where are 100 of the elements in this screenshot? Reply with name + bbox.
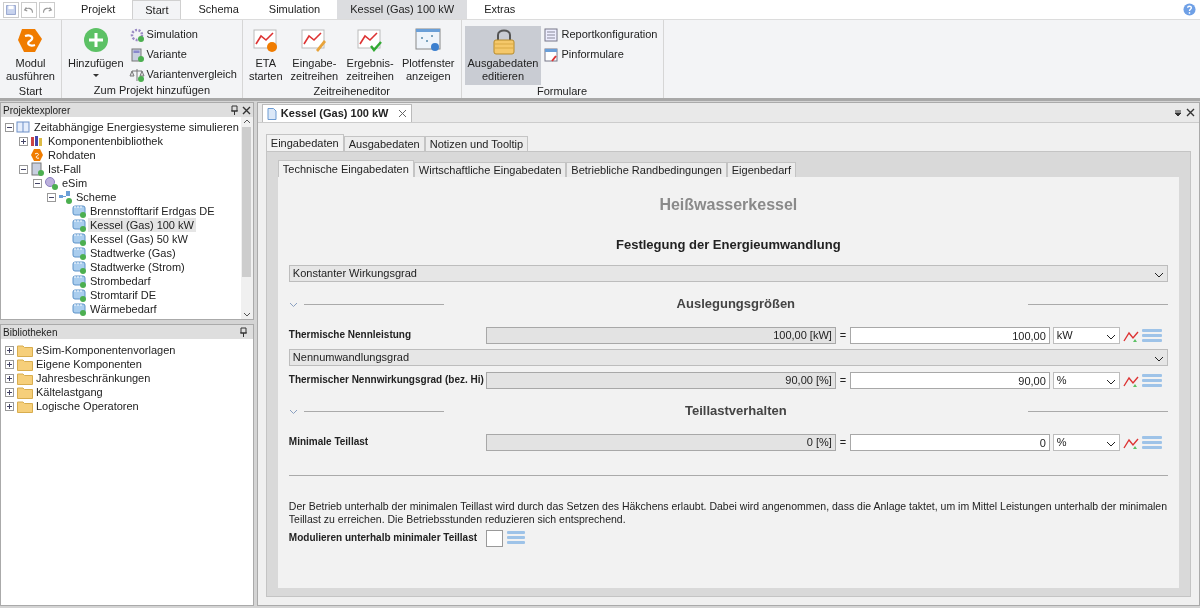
expand-icon[interactable]	[5, 373, 14, 383]
tab[interactable]: Notizen und Tooltip	[424, 136, 529, 151]
collapse-icon[interactable]	[19, 164, 28, 174]
dropdown[interactable]: kW	[1052, 327, 1120, 344]
folder-icon	[17, 371, 33, 385]
checkbox[interactable]	[485, 530, 503, 547]
input-field[interactable]: 90,00	[849, 372, 1050, 389]
component-icon	[72, 204, 86, 218]
folder-icon	[17, 343, 33, 357]
tab[interactable]: Eigenbedarf	[726, 162, 797, 177]
expand-icon[interactable]	[5, 345, 14, 355]
dropdown[interactable]: Nennumwandlungsgrad	[288, 349, 1168, 366]
close-icon[interactable]	[241, 105, 251, 115]
scrollbar[interactable]	[240, 117, 253, 319]
tree-item[interactable]: Komponentenbibliothek	[46, 134, 165, 148]
tree-item[interactable]: Rohdaten	[46, 148, 98, 162]
tree-item[interactable]: Stadtwerke (Gas)	[88, 246, 178, 260]
calculator-icon	[30, 162, 44, 176]
tree-item[interactable]: eSim	[60, 176, 90, 190]
tree-item[interactable]: Ist-Fall	[46, 162, 83, 176]
component-icon	[72, 274, 86, 288]
ribbon-button[interactable]: Simulation	[128, 26, 239, 43]
scales-icon	[128, 66, 145, 83]
form-icon	[543, 46, 560, 63]
tab[interactable]: Ausgabedaten	[343, 136, 425, 151]
input-field[interactable]: 100,00	[849, 327, 1050, 344]
ribbon-button[interactable]: Eingabe- zeitreihen	[287, 26, 342, 85]
document-tab[interactable]: Kessel (Gas) 100 kW	[261, 104, 413, 122]
expand-icon[interactable]	[5, 387, 14, 397]
tree-item[interactable]: Scheme	[74, 190, 119, 204]
scrollbar-thumb[interactable]	[242, 127, 252, 277]
readonly-field: 100,00 [kW]	[485, 327, 836, 344]
dropdown[interactable]: %	[1052, 372, 1120, 389]
expand-icon[interactable]	[5, 359, 14, 369]
readonly-field: 0 [%]	[485, 434, 836, 451]
close-icon[interactable]	[1185, 108, 1195, 117]
ribbon-button[interactable]: Variante	[128, 46, 239, 63]
panel-title: Bibliotheken	[3, 325, 59, 340]
ribbon-button[interactable]: Ergebnis- zeitreihen	[343, 26, 397, 85]
collapse-icon[interactable]	[33, 178, 42, 188]
ribbon-button[interactable]: Modul ausführen	[3, 26, 58, 85]
component-icon	[72, 288, 86, 302]
book-icon	[16, 120, 30, 134]
field-label: Thermische Nennleistung	[288, 328, 413, 342]
help-icon[interactable]	[1183, 3, 1196, 16]
ribbon-tab[interactable]: Projekt	[68, 0, 129, 19]
tab[interactable]: Wirtschaftliche Eingabedaten	[413, 162, 567, 177]
folder-icon	[17, 385, 33, 399]
close-icon[interactable]	[398, 109, 408, 118]
component-icon	[72, 302, 86, 316]
form-title: Heißwasserkessel	[658, 195, 799, 213]
pin-icon[interactable]	[229, 105, 239, 115]
tab[interactable]: Betriebliche Randbedingungen	[566, 162, 727, 177]
tree-item[interactable]: Zeitabhängige Energiesysteme simulieren	[32, 120, 241, 134]
field-label: Thermischer Nennwirkungsgrad (bez. Hi)	[288, 373, 485, 387]
dropdown[interactable]: Konstanter Wirkungsgrad	[288, 265, 1168, 282]
ribbon-tab[interactable]: Extras	[471, 0, 529, 19]
document-icon	[266, 107, 277, 120]
ribbon-tab[interactable]: Schema	[185, 0, 252, 19]
collapse-icon[interactable]	[47, 192, 56, 202]
collapse-icon[interactable]	[5, 122, 14, 132]
equals-sign: =	[838, 328, 848, 344]
ribbon-button[interactable]: Variantenvergleich	[128, 66, 239, 83]
component-icon	[72, 246, 86, 260]
calculator-icon	[128, 46, 145, 63]
tree-item[interactable]: Stromtarif DE	[88, 288, 158, 302]
tab[interactable]: Technische Eingabedaten	[277, 160, 414, 177]
dropdown[interactable]: %	[1052, 434, 1120, 451]
readonly-field: 90,00 [%]	[485, 372, 836, 389]
tree-item[interactable]: Strombedarf	[88, 274, 153, 288]
tree-item[interactable]: Kessel (Gas) 100 kW	[88, 218, 196, 232]
ribbon-button[interactable]: Reportkonfiguration	[543, 26, 660, 43]
ribbon-tab[interactable]: Start	[132, 0, 182, 19]
list-icon	[543, 26, 560, 43]
ribbon-button[interactable]: Ausgabedaten editieren	[464, 26, 542, 85]
redo-icon[interactable]	[39, 1, 55, 18]
expand-icon[interactable]	[19, 136, 28, 146]
dropdown-icon[interactable]	[1173, 108, 1182, 117]
ribbon-button[interactable]: ETA starten	[245, 26, 286, 85]
tree-item[interactable]: Kessel (Gas) 50 kW	[88, 232, 190, 246]
ribbon-button[interactable]: Pinformulare	[543, 46, 660, 63]
undo-icon[interactable]	[21, 1, 37, 18]
group-title: Auslegungsgrößen	[675, 295, 797, 314]
tree-item[interactable]: Wärmebedarf	[88, 302, 159, 316]
component-icon	[72, 260, 86, 274]
ribbon-button[interactable]: Hinzufügen	[64, 26, 127, 80]
tree-item[interactable]: Brennstofftarif Erdgas DE	[88, 204, 217, 218]
ribbon-button[interactable]: Plotfenster anzeigen	[398, 26, 458, 85]
tab[interactable]: Eingabedaten	[265, 134, 344, 151]
pin-icon[interactable]	[238, 327, 248, 337]
folder-icon	[17, 357, 33, 371]
ribbon-group-label: Zum Projekt hinzufügen	[92, 84, 211, 98]
expand-icon[interactable]	[5, 401, 14, 411]
input-field[interactable]: 0	[849, 434, 1050, 451]
ribbon-tab[interactable]: Kessel (Gas) 100 kW	[337, 0, 468, 19]
scheme-icon	[58, 190, 72, 204]
ribbon-tab[interactable]: Simulation	[255, 0, 334, 19]
panel-title: Projektexplorer	[3, 103, 72, 118]
equals-sign: =	[838, 435, 848, 451]
tree-item[interactable]: Stadtwerke (Strom)	[88, 260, 187, 274]
